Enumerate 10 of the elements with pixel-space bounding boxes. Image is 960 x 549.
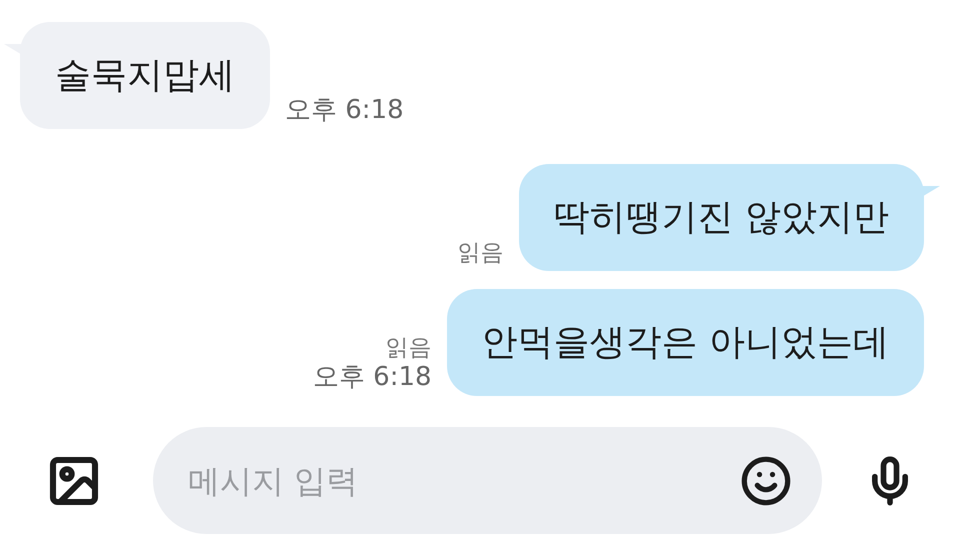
- emoji-smile-icon[interactable]: [740, 454, 792, 506]
- message-composer[interactable]: 메시지 입력: [153, 427, 822, 534]
- read-receipt: 읽음: [458, 242, 504, 265]
- message-time: 오후 6:18: [312, 364, 432, 390]
- message-time: 오후 6:18: [285, 97, 404, 123]
- message-bubble: 술묵지맙세: [20, 22, 270, 129]
- message-bubble: 안먹을생각은 아니었는데: [446, 289, 924, 396]
- message-input-field[interactable]: 메시지 입력: [188, 456, 740, 504]
- message-bubble: 딱히땡기진 않았지만: [518, 164, 924, 271]
- read-receipt: 읽음: [386, 337, 432, 360]
